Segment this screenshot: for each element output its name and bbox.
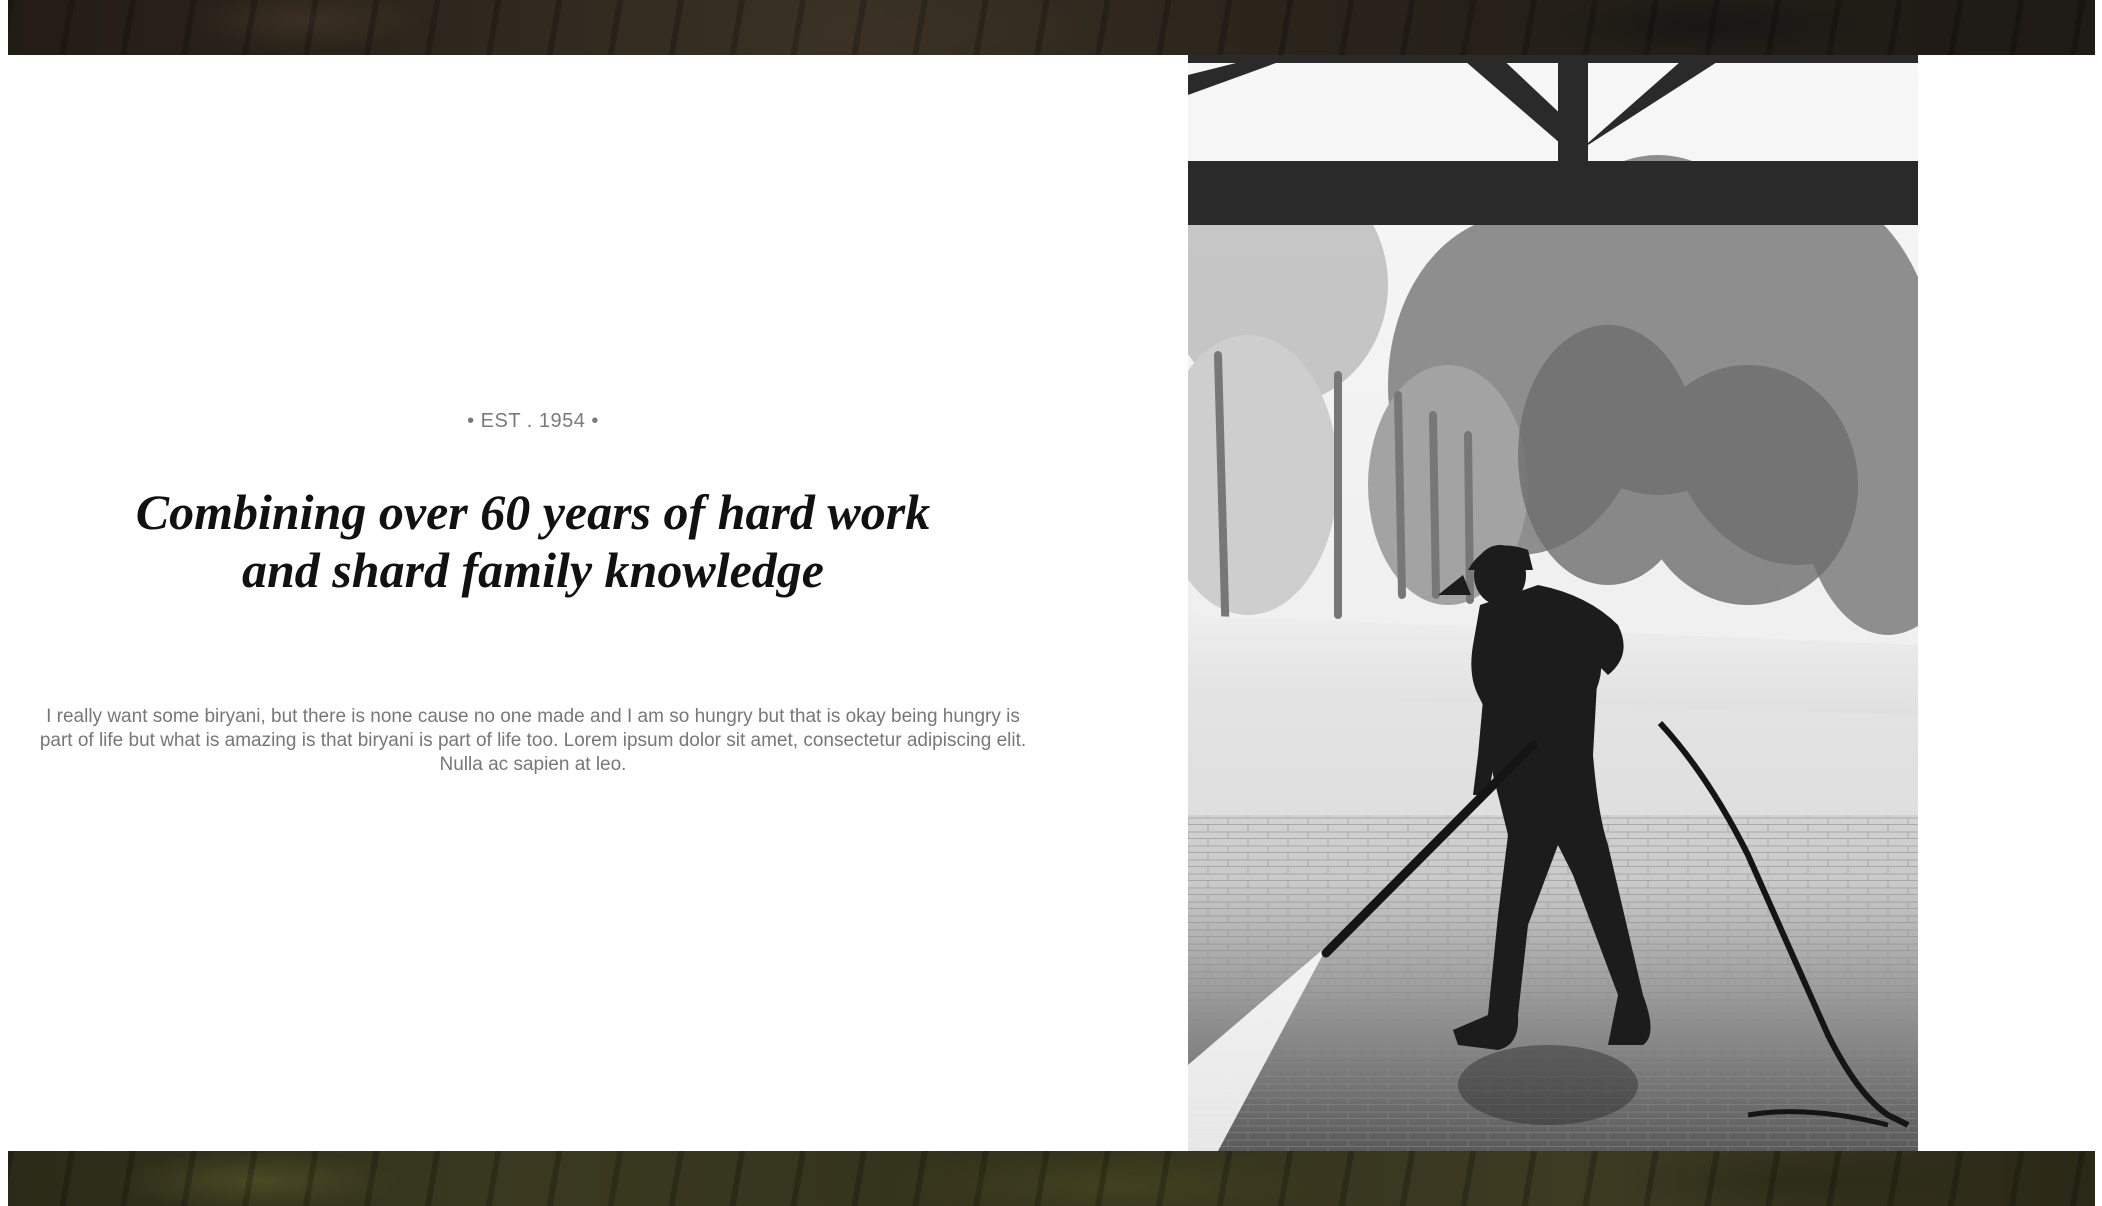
heading-line-1: Combining over 60 years of hard work	[135, 484, 931, 540]
top-background-band	[8, 0, 2095, 55]
photo-illustration	[1188, 55, 1918, 1151]
bottom-band-texture	[8, 1151, 2095, 1206]
section-heading: Combining over 60 years of hard work and…	[8, 483, 1058, 599]
bottom-background-band	[8, 1151, 2095, 1206]
established-label: • EST . 1954 •	[467, 410, 599, 432]
section-description: I really want some biryani, but there is…	[39, 706, 1027, 775]
about-section: • EST . 1954 • Combining over 60 years o…	[8, 55, 1058, 1151]
top-band-texture	[8, 0, 2095, 55]
worker-pressure-washing-photo	[1188, 55, 1918, 1151]
heading-line-2: and shard family knowledge	[242, 542, 824, 598]
